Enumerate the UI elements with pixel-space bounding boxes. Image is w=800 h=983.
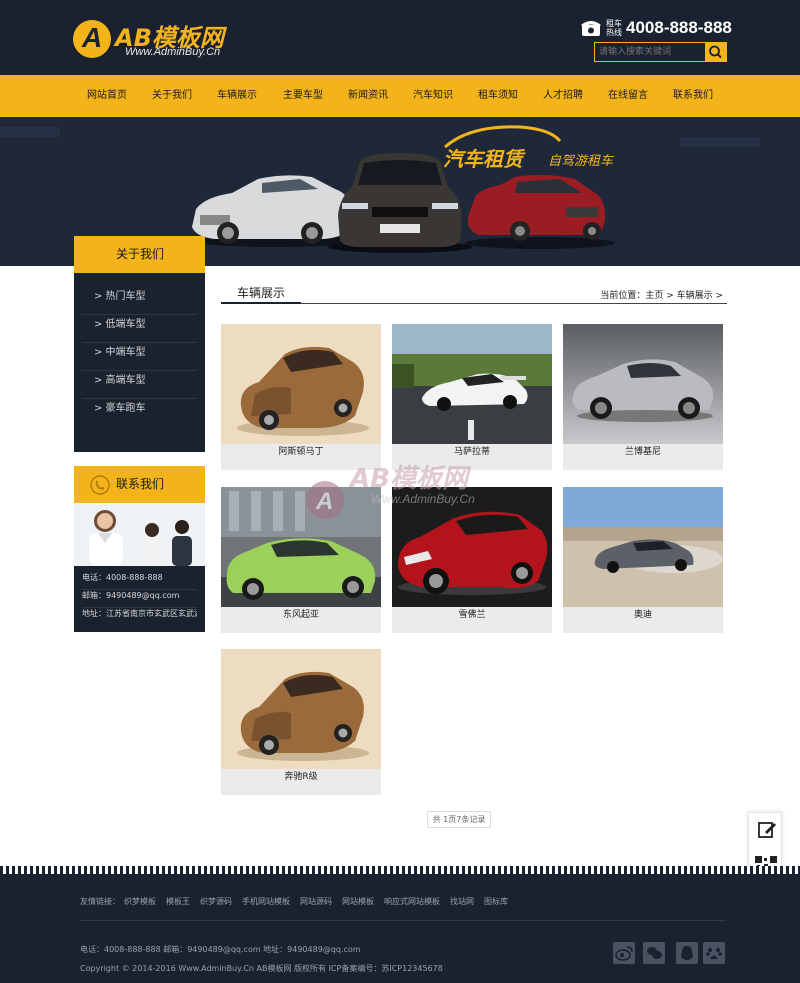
pagination[interactable]: 共 1页7条记录: [427, 811, 491, 828]
hotline-number: 4008-888-888: [626, 18, 732, 37]
car-name[interactable]: 奔驰R级: [221, 769, 381, 795]
car-name[interactable]: 马萨拉蒂: [392, 444, 552, 470]
friend-link[interactable]: 织梦模板: [124, 897, 156, 906]
nav-cars[interactable]: 车辆展示: [217, 75, 257, 117]
sidebar-item-low[interactable]: > 低端车型: [82, 315, 197, 343]
friend-link[interactable]: 模板王: [166, 897, 190, 906]
friend-link[interactable]: 网站模板: [342, 897, 374, 906]
site-logo[interactable]: A AB模板网 Www.AdminBuy.Cn: [73, 18, 243, 62]
sidebar-contact-title-text: 联系我们: [116, 477, 165, 491]
car-image[interactable]: [392, 487, 552, 607]
logo-letter: A: [82, 22, 103, 53]
friend-link[interactable]: 织梦源码: [200, 897, 232, 906]
hotline-label: 租车热线: [606, 19, 622, 37]
friend-link[interactable]: 图标库: [484, 897, 508, 906]
car-image[interactable]: [221, 649, 381, 769]
headset-icon: [90, 475, 110, 495]
car-card[interactable]: 阿斯顿马丁: [221, 324, 381, 470]
customer-service-photo: [74, 503, 205, 566]
contact-email: 邮箱：9490489@qq.com: [82, 590, 197, 608]
car-image[interactable]: [221, 324, 381, 444]
sidebar-item-hot[interactable]: > 热门车型: [82, 287, 197, 315]
sidebar-contact-title: 联系我们: [74, 466, 205, 503]
car-card[interactable]: 奔驰R级: [221, 649, 381, 795]
sidebar-item-luxury[interactable]: > 豪车跑车: [82, 399, 197, 427]
car-image[interactable]: [563, 324, 723, 444]
car-image[interactable]: [392, 324, 552, 444]
search-button[interactable]: [705, 43, 726, 61]
nav-jobs[interactable]: 人才招聘: [543, 75, 583, 117]
site-footer: 友情链接： 织梦模板 模板王 织梦源码 手机网站模板 网站源码 网站模板 响应式网站模板 找站网…: [0, 874, 800, 983]
nav-message[interactable]: 在线留言: [608, 75, 648, 117]
nav-contact[interactable]: 联系我们: [673, 75, 713, 117]
sidebar-about-title: 关于我们: [74, 236, 205, 273]
car-name[interactable]: 雪佛兰: [392, 607, 552, 633]
nav-home[interactable]: 网站首页: [87, 75, 127, 117]
car-card[interactable]: 马萨拉蒂: [392, 324, 552, 470]
sidebar-item-high[interactable]: > 高端车型: [82, 371, 197, 399]
contact-info: 电话：4008-888-888 邮箱：9490489@qq.com 地址：江苏省…: [74, 566, 205, 632]
banner-slogan: 汽车租赁: [443, 147, 523, 171]
sidebar-about-title-text: 关于我们: [116, 247, 165, 261]
sidebar-contact: 联系我们 电话：4008-888-888 邮箱：9490489@qq.com 地…: [74, 466, 205, 635]
contact-phone: 电话：4008-888-888: [82, 572, 197, 590]
footer-contact: 电话：4008-888-888 邮箱：9490489@qq.com 地址：949…: [80, 945, 361, 954]
content-header: 车辆展示 当前位置：主页 > 车辆展示 >: [221, 284, 727, 304]
car-image[interactable]: [563, 487, 723, 607]
nav-models[interactable]: 主要车型: [283, 75, 323, 117]
footer-divider: [0, 866, 800, 874]
sidebar-category-list: > 热门车型 > 低端车型 > 中端车型 > 高端车型 > 豪车跑车: [74, 273, 205, 452]
breadcrumb[interactable]: 当前位置：主页 > 车辆展示 >: [600, 288, 723, 301]
nav-news[interactable]: 新闻资讯: [348, 75, 388, 117]
section-title: 车辆展示: [221, 284, 301, 304]
wechat-icon[interactable]: [643, 942, 665, 964]
car-name[interactable]: 阿斯顿马丁: [221, 444, 381, 470]
phone-icon: [581, 21, 601, 36]
logo-subtitle: Www.AdminBuy.Cn: [125, 46, 221, 58]
car-card[interactable]: 奥迪: [563, 487, 723, 633]
search-input[interactable]: [595, 43, 705, 61]
hotline: 租车热线 4008-888-888: [580, 18, 732, 40]
contact-address: 地址：江苏省南京市玄武区玄武湖: [82, 609, 197, 618]
friend-link[interactable]: 网站源码: [300, 897, 332, 906]
weibo-icon[interactable]: [613, 942, 635, 964]
friend-link[interactable]: 找站网: [450, 897, 474, 906]
car-card[interactable]: 雪佛兰: [392, 487, 552, 633]
footer-copyright: Copyright © 2014-2016 Www.AdminBuy.Cn AB…: [80, 964, 443, 973]
car-card[interactable]: 东风起亚: [221, 487, 381, 633]
search-box: [594, 42, 727, 62]
qq-icon[interactable]: [676, 942, 698, 964]
friend-links-label: 友情链接：: [80, 897, 120, 906]
banner-subslogan: 自驾游租车: [548, 154, 614, 169]
friend-link[interactable]: 响应式网站模板: [384, 897, 440, 906]
nav-rental-notice[interactable]: 租车须知: [478, 75, 518, 117]
baidu-icon[interactable]: [703, 942, 725, 964]
car-image[interactable]: [221, 487, 381, 607]
edit-icon[interactable]: [749, 813, 783, 847]
customer-service-image: [74, 503, 205, 566]
sidebar-item-mid[interactable]: > 中端车型: [82, 343, 197, 371]
friend-links: 友情链接： 织梦模板 模板王 织梦源码 手机网站模板 网站源码 网站模板 响应式网站模板 找站网…: [80, 896, 518, 907]
friend-link[interactable]: 手机网站模板: [242, 897, 290, 906]
car-card[interactable]: 兰博基尼: [563, 324, 723, 470]
search-icon: [709, 45, 722, 59]
car-name[interactable]: 奥迪: [563, 607, 723, 633]
footer-separator: [80, 920, 726, 921]
nav-knowledge[interactable]: 汽车知识: [413, 75, 453, 117]
car-name[interactable]: 兰博基尼: [563, 444, 723, 470]
site-header: A AB模板网 Www.AdminBuy.Cn 租车热线 4008-888-88…: [0, 0, 800, 75]
sidebar-about: 关于我们 > 热门车型 > 低端车型 > 中端车型 > 高端车型 > 豪车跑车: [74, 236, 205, 452]
nav-about[interactable]: 关于我们: [152, 75, 192, 117]
car-name[interactable]: 东风起亚: [221, 607, 381, 633]
main-nav: 网站首页 关于我们 车辆展示 主要车型 新闻资讯 汽车知识 租车须知 人才招聘 …: [0, 75, 800, 117]
